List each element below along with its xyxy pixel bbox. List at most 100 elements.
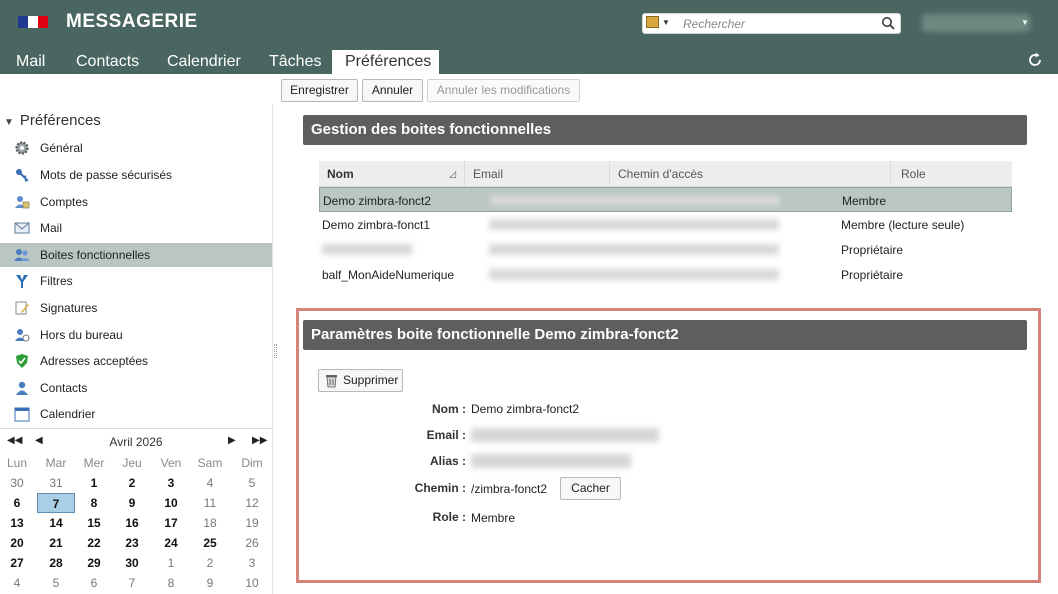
prev-year-icon[interactable]: ◀◀ [7, 435, 22, 446]
calendar-day[interactable]: 8 [75, 493, 113, 513]
calendar-day[interactable]: 10 [233, 573, 271, 593]
delete-button[interactable]: Supprimer [318, 369, 403, 392]
splitter-grip[interactable] [274, 344, 277, 358]
calendar-day[interactable]: 5 [37, 573, 75, 593]
sidebar-item-secure-passwords[interactable]: Mots de passe sécurisés [0, 163, 272, 187]
calendar-day[interactable]: 30 [0, 473, 36, 493]
calendar-day[interactable]: 14 [37, 513, 75, 533]
sidebar-item-signatures[interactable]: Signatures [0, 296, 272, 320]
sidebar-item-label: Contacts [40, 381, 88, 395]
calendar-day[interactable]: 30 [113, 553, 151, 573]
calendar-day[interactable]: 24 [152, 533, 190, 553]
search-type-button[interactable]: ▼ [646, 16, 680, 32]
row-role: Propriétaire [841, 243, 904, 257]
calendar-day[interactable]: 23 [113, 533, 151, 553]
alias-value-redacted [471, 454, 631, 468]
calendar-day[interactable]: 19 [233, 513, 271, 533]
calendar-day[interactable]: 18 [191, 513, 229, 533]
calendar-day[interactable]: 8 [152, 573, 190, 593]
calendar-day[interactable]: 6 [0, 493, 36, 513]
collapse-triangle-icon[interactable]: ▼ [4, 117, 14, 128]
calendar-day[interactable]: 9 [113, 493, 151, 513]
calendar-day-of-week: Mar [45, 456, 67, 470]
row-role: Membre (lecture seule) [841, 218, 965, 232]
tab-contacts[interactable]: Contacts [66, 50, 149, 74]
toolbar: Enregistrer Annuler Annuler les modifica… [0, 74, 1058, 104]
tab-calendar[interactable]: Calendrier [157, 50, 251, 74]
sidebar-item-out-of-office[interactable]: Hors du bureau [0, 323, 272, 347]
next-year-icon[interactable]: ▶▶ [252, 435, 267, 446]
calendar-day[interactable]: 3 [152, 473, 190, 493]
calendar-day[interactable]: 2 [113, 473, 151, 493]
calendar-day[interactable]: 12 [233, 493, 271, 513]
table-row[interactable]: Demo zimbra-fonct2 Membre [319, 187, 1012, 212]
calendar-day[interactable]: 4 [0, 573, 36, 593]
chevron-down-icon[interactable]: ▼ [1021, 18, 1029, 27]
alias-label: Alias : [429, 454, 466, 468]
tab-tasks[interactable]: Tâches [259, 50, 331, 74]
calendar-day[interactable]: 11 [191, 493, 229, 513]
sidebar-item-filters[interactable]: Filtres [0, 269, 272, 293]
calendar-day[interactable]: 3 [233, 553, 271, 573]
sidebar-item-accounts[interactable]: Comptes [0, 190, 272, 214]
tab-preferences[interactable]: Préférences [332, 50, 439, 74]
user-menu[interactable] [922, 14, 1030, 32]
sidebar-item-mail[interactable]: Mail [0, 216, 272, 240]
save-button[interactable]: Enregistrer [281, 79, 358, 102]
sidebar-item-calendar[interactable]: Calendrier [0, 402, 272, 426]
sidebar-item-contacts[interactable]: Contacts [0, 376, 272, 400]
calendar-day[interactable]: 26 [233, 533, 271, 553]
calendar-day[interactable]: 16 [113, 513, 151, 533]
column-email-header[interactable]: Email [465, 161, 610, 187]
calendar-day[interactable]: 10 [152, 493, 190, 513]
search-input[interactable] [683, 16, 878, 31]
calendar-day[interactable]: 1 [152, 553, 190, 573]
cancel-button[interactable]: Annuler [362, 79, 423, 102]
calendar-day[interactable]: 28 [37, 553, 75, 573]
sidebar-item-label: Signatures [40, 301, 98, 315]
table-row[interactable]: balf_MonAideNumerique Propriétaire [319, 262, 1012, 287]
prev-month-icon[interactable]: ◀ [35, 435, 43, 446]
column-path-header[interactable]: Chemin d'accès [610, 161, 891, 187]
calendar-day[interactable]: 20 [0, 533, 36, 553]
calendar-day[interactable]: 7 [113, 573, 151, 593]
search-box[interactable]: ▼ [642, 13, 901, 34]
calendar-day[interactable]: 25 [191, 533, 229, 553]
role-label: Role : [432, 510, 466, 524]
calendar-day[interactable]: 17 [152, 513, 190, 533]
calendar-day[interactable]: 15 [75, 513, 113, 533]
mailboxes-table-header: Nom ◿ Email Chemin d'accès Role [319, 161, 1012, 187]
calendar-day[interactable]: 5 [233, 473, 271, 493]
calendar-day[interactable]: 31 [37, 473, 75, 493]
path-label: Chemin : [414, 481, 466, 495]
calendar-day-today[interactable]: 7 [37, 493, 75, 513]
calendar-day[interactable]: 29 [75, 553, 113, 573]
sidebar-item-shared-mailboxes[interactable]: Boites fonctionnelles [0, 243, 272, 267]
table-row[interactable]: Demo zimbra-fonct1 Membre (lecture seule… [319, 212, 1012, 237]
row-email-redacted [490, 195, 780, 206]
column-name-header[interactable]: Nom ◿ [319, 161, 465, 187]
params-section-header: Paramètres boite fonctionnelle Demo zimb… [303, 320, 1027, 350]
tab-mail[interactable]: Mail [6, 50, 55, 74]
search-icon[interactable] [881, 16, 895, 30]
hide-button[interactable]: Cacher [560, 477, 621, 500]
calendar-day[interactable]: 21 [37, 533, 75, 553]
sidebar-item-general[interactable]: Général [0, 136, 272, 160]
calendar-day[interactable]: 13 [0, 513, 36, 533]
calendar-day[interactable]: 2 [191, 553, 229, 573]
calendar-day[interactable]: 9 [191, 573, 229, 593]
calendar-day[interactable]: 4 [191, 473, 229, 493]
calendar-day[interactable]: 27 [0, 553, 36, 573]
calendar-day[interactable]: 6 [75, 573, 113, 593]
gear-icon [15, 141, 29, 155]
sidebar-item-accepted-addresses[interactable]: Adresses acceptées [0, 349, 272, 373]
calendar-day[interactable]: 1 [75, 473, 113, 493]
calendar-day[interactable]: 22 [75, 533, 113, 553]
refresh-icon[interactable] [1026, 51, 1044, 69]
tree-root[interactable]: ▼ Préférences [4, 112, 101, 129]
table-row[interactable]: Propriétaire [319, 237, 1012, 262]
next-month-icon[interactable]: ▶ [228, 435, 236, 446]
undo-changes-button[interactable]: Annuler les modifications [427, 79, 580, 102]
sidebar-splitter[interactable] [272, 104, 280, 594]
column-role-header[interactable]: Role [891, 161, 1012, 187]
